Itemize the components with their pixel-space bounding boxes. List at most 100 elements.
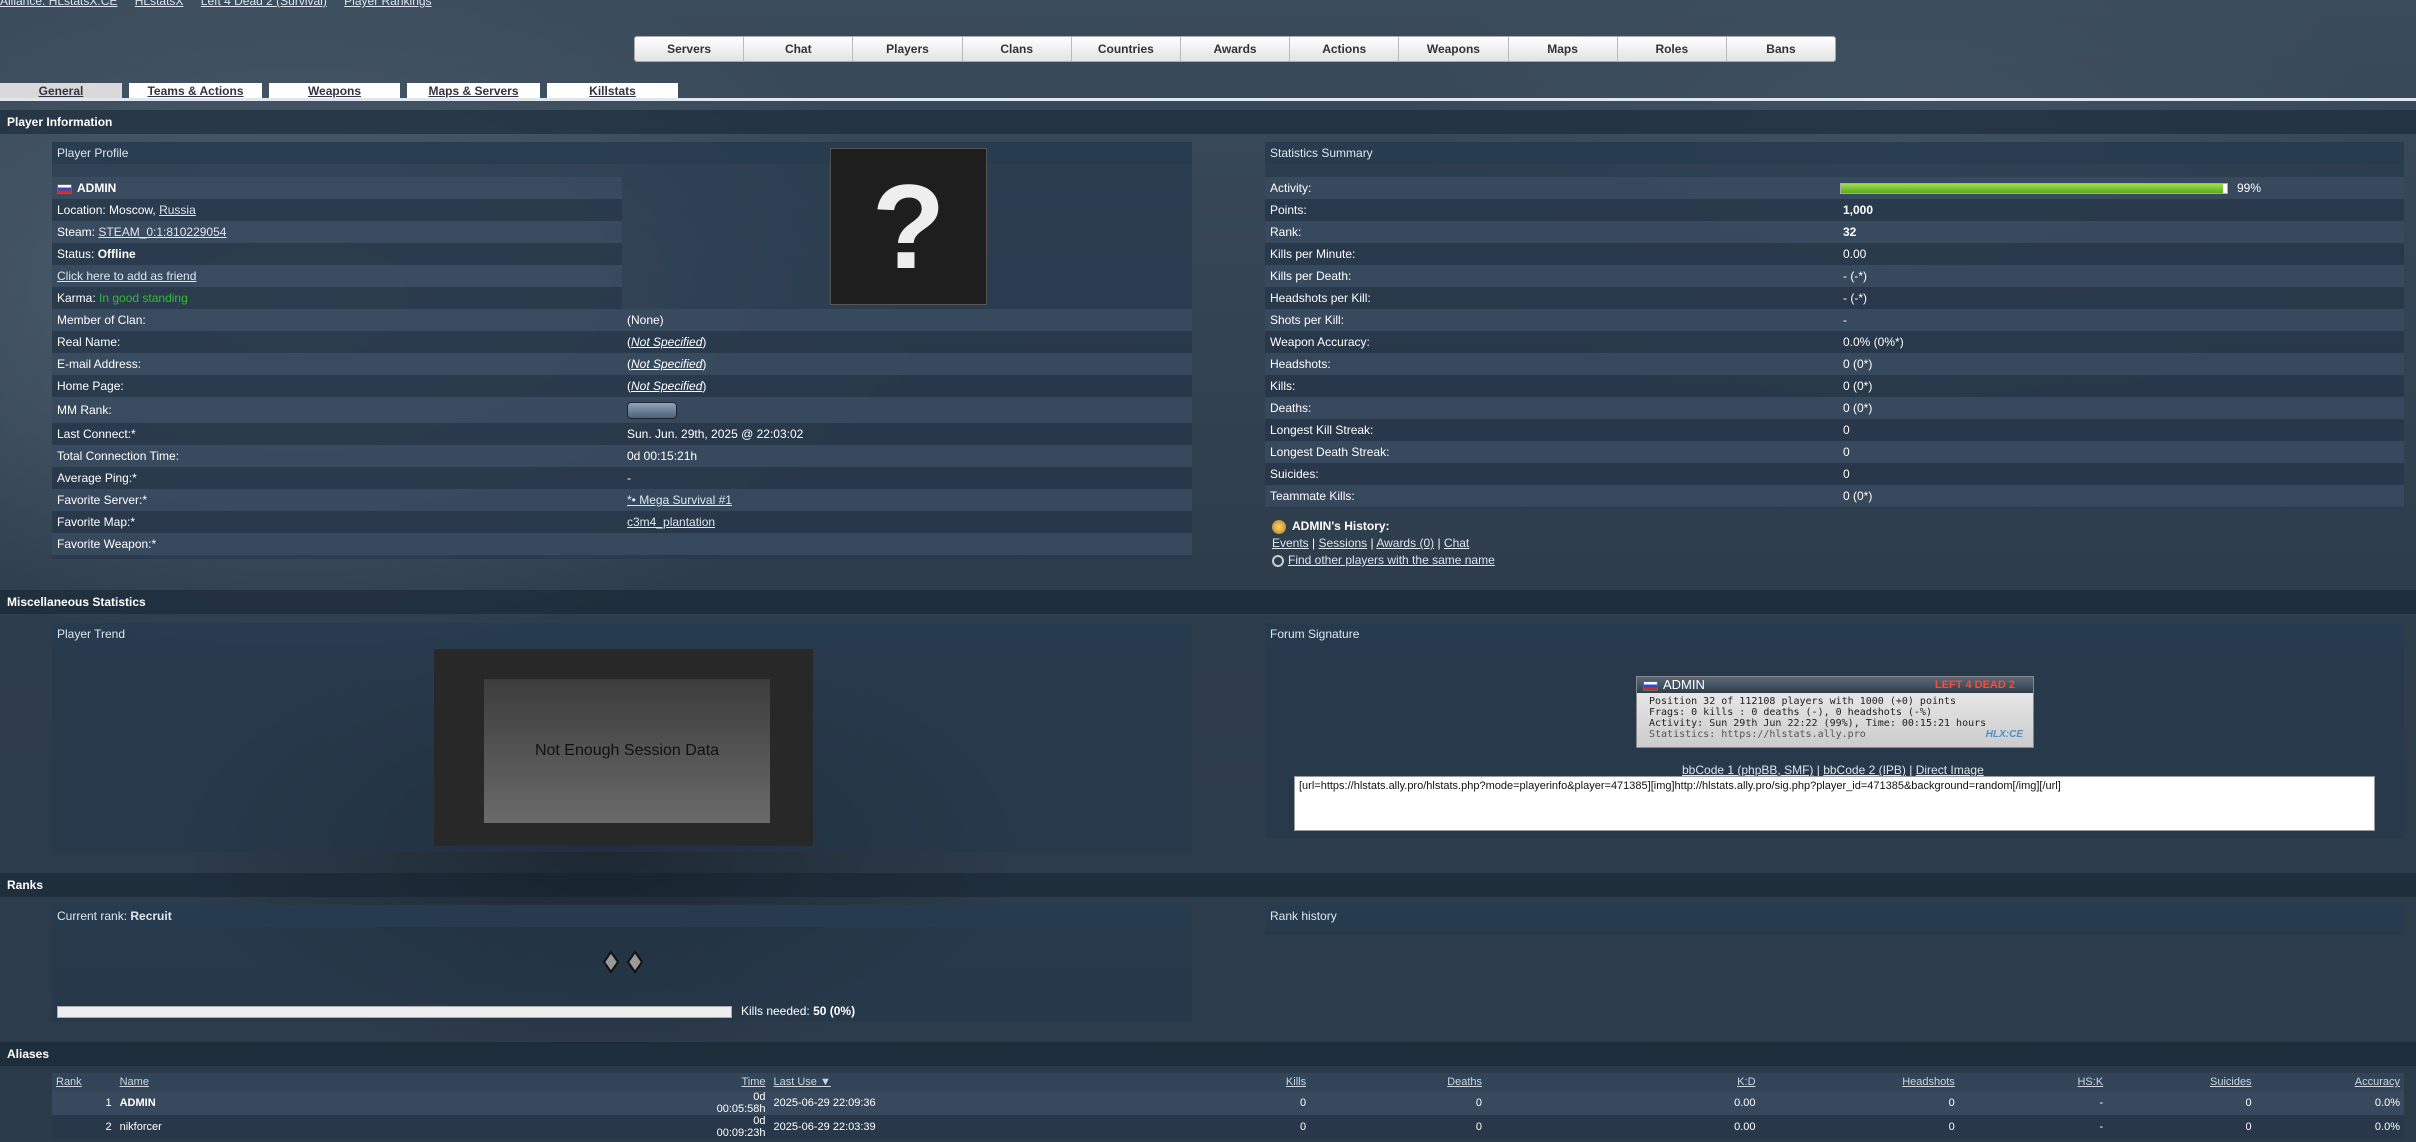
col-name[interactable]: Name bbox=[115, 1073, 710, 1091]
breadcrumb-alliance[interactable]: Alliance: HLstatsX:CE bbox=[0, 0, 117, 8]
summary-label: Kills: bbox=[1265, 375, 1838, 397]
col-last-use[interactable]: Last Use ▼ bbox=[769, 1073, 1141, 1091]
tab-killstats[interactable]: Killstats bbox=[547, 83, 678, 99]
profile-field-label: Favorite Map:* bbox=[52, 511, 622, 533]
tab-general[interactable]: General bbox=[0, 83, 122, 99]
profile-field-value: 0d 00:15:21h bbox=[622, 445, 1192, 467]
history-sessions-link[interactable]: Sessions bbox=[1318, 536, 1367, 550]
signature-line-1: Position 32 of 112108 players with 1000 … bbox=[1649, 696, 1957, 707]
history-events-link[interactable]: Events bbox=[1272, 536, 1309, 550]
alias-cell: 0.0% bbox=[2374, 1121, 2400, 1133]
summary-value: 32 bbox=[1838, 221, 2404, 243]
summary-label: Deaths: bbox=[1265, 397, 1838, 419]
col-time[interactable]: Time bbox=[709, 1073, 770, 1091]
alias-cell: 0.00 bbox=[1734, 1097, 1756, 1109]
profile-value: - bbox=[627, 471, 631, 485]
nav-weapons[interactable]: Weapons bbox=[1399, 37, 1509, 61]
trend-chart-box: Not Enough Session Data bbox=[434, 649, 813, 846]
breadcrumb-game[interactable]: Left 4 Dead 2 (Survival) bbox=[201, 0, 327, 8]
col-kills[interactable]: Kills bbox=[1140, 1073, 1311, 1091]
profile-field-label: Last Connect:* bbox=[52, 423, 622, 445]
nav-actions[interactable]: Actions bbox=[1290, 37, 1400, 61]
col-deaths[interactable]: Deaths bbox=[1310, 1073, 1487, 1091]
activity-bar bbox=[1840, 183, 2228, 194]
nav-maps[interactable]: Maps bbox=[1509, 37, 1618, 61]
profile-field-label: MM Rank: bbox=[52, 397, 622, 423]
nav-clans[interactable]: Clans bbox=[963, 37, 1072, 61]
signature-links: bbCode 1 (phpBB, SMF) | bbCode 2 (IPB) |… bbox=[1682, 763, 1984, 777]
signature-code-textarea[interactable]: [url=https://hlstats.ally.pro/hlstats.ph… bbox=[1294, 776, 2375, 831]
signature-flag-icon bbox=[1643, 680, 1658, 691]
nav-servers[interactable]: Servers bbox=[635, 37, 745, 61]
summary-value: 0 bbox=[1838, 419, 2404, 441]
breadcrumb-hlstatsx[interactable]: HLstatsX bbox=[135, 0, 184, 8]
rank-history-header: Rank history bbox=[1265, 905, 2404, 927]
summary-value: 0 (0*) bbox=[1838, 353, 2404, 375]
summary-label: Suicides: bbox=[1265, 463, 1838, 485]
col-headshots[interactable]: Headshots bbox=[1759, 1073, 1959, 1091]
alias-cell: 2025-06-29 22:09:36 bbox=[773, 1097, 876, 1109]
col-last-use-label: Last Use bbox=[773, 1076, 817, 1088]
nav-awards[interactable]: Awards bbox=[1181, 37, 1291, 61]
summary-value: 0 bbox=[1838, 441, 2404, 463]
alias-cell: 2025-06-29 22:03:39 bbox=[773, 1121, 876, 1133]
profile-name-row: ADMIN bbox=[52, 177, 622, 199]
activity-label: Activity: bbox=[1265, 177, 1838, 199]
profile-field-value: Sun. Jun. 29th, 2025 @ 22:03:02 bbox=[622, 423, 1192, 445]
find-same-name-link[interactable]: Find other players with the same name bbox=[1288, 553, 1495, 567]
nav-players[interactable]: Players bbox=[853, 37, 963, 61]
nav-bans[interactable]: Bans bbox=[1727, 37, 1835, 61]
col-rank[interactable]: Rank bbox=[52, 1073, 116, 1091]
current-rank-value: Recruit bbox=[130, 909, 172, 923]
country-link[interactable]: Russia bbox=[159, 203, 196, 217]
tab-teams-actions[interactable]: Teams & Actions bbox=[129, 83, 262, 99]
col-suicides[interactable]: Suicides bbox=[2107, 1073, 2256, 1091]
profile-value: Sun. Jun. 29th, 2025 @ 22:03:02 bbox=[627, 427, 804, 441]
nav-roles[interactable]: Roles bbox=[1618, 37, 1727, 61]
profile-field-label: Member of Clan: bbox=[52, 309, 622, 331]
alias-cell: 0 bbox=[2245, 1121, 2252, 1133]
bbcode2-link[interactable]: bbCode 2 (IPB) bbox=[1823, 763, 1906, 777]
steam-id-link[interactable]: STEAM_0:1:810229054 bbox=[98, 225, 226, 239]
summary-label: Headshots per Kill: bbox=[1265, 287, 1838, 309]
col-hsk[interactable]: HS:K bbox=[1958, 1073, 2108, 1091]
bbcode1-link[interactable]: bbCode 1 (phpBB, SMF) bbox=[1682, 763, 1813, 777]
trend-message: Not Enough Session Data bbox=[484, 679, 770, 823]
top-navigation: Servers Chat Players Clans Countries Awa… bbox=[634, 36, 1836, 62]
tab-weapons[interactable]: Weapons bbox=[269, 83, 400, 99]
profile-value: 0d 00:15:21h bbox=[627, 449, 698, 463]
alias-cell: 0.00 bbox=[1734, 1121, 1756, 1133]
col-accuracy[interactable]: Accuracy bbox=[2255, 1073, 2404, 1091]
rank-progress-bar bbox=[57, 1006, 732, 1018]
alias-cell: 0d 00:05:58h bbox=[716, 1091, 766, 1115]
alias-cell: - bbox=[2099, 1121, 2104, 1133]
summary-value: 0.0% (0%*) bbox=[1838, 331, 2404, 353]
history-awards-link[interactable]: Awards (0) bbox=[1376, 536, 1434, 550]
status-label: Status: bbox=[57, 247, 95, 261]
summary-value: 1,000 bbox=[1838, 199, 2404, 221]
add-friend-link[interactable]: Click here to add as friend bbox=[57, 269, 196, 283]
profile-field-value: - bbox=[622, 467, 1192, 489]
profile-field-value: (Not Specified) bbox=[622, 375, 1192, 397]
section-player-information: Player Information bbox=[0, 110, 2416, 134]
direct-image-link[interactable]: Direct Image bbox=[1916, 763, 1984, 777]
profile-field-label: Favorite Server:* bbox=[52, 489, 622, 511]
alias-cell: 0 bbox=[1299, 1121, 1307, 1133]
profile-link-value[interactable]: *• Mega Survival #1 bbox=[627, 493, 732, 507]
nav-chat[interactable]: Chat bbox=[744, 37, 854, 61]
profile-link-value[interactable]: c3m4_plantation bbox=[627, 515, 715, 529]
history-chat-link[interactable]: Chat bbox=[1444, 536, 1469, 550]
alias-cell: 0 bbox=[2245, 1097, 2252, 1109]
forum-signature-header: Forum Signature bbox=[1265, 623, 2404, 645]
profile-field-label: Real Name: bbox=[52, 331, 622, 353]
nav-countries[interactable]: Countries bbox=[1072, 37, 1181, 61]
alias-name[interactable]: nikforcer bbox=[116, 1115, 710, 1139]
profile-field-value bbox=[622, 397, 1192, 423]
alias-cell: 0 bbox=[1948, 1121, 1955, 1133]
alias-name[interactable]: ADMIN bbox=[116, 1091, 710, 1115]
breadcrumb-rankings[interactable]: Player Rankings bbox=[344, 0, 431, 8]
tab-maps-servers[interactable]: Maps & Servers bbox=[407, 83, 540, 99]
col-kd[interactable]: K:D bbox=[1486, 1073, 1760, 1091]
profile-field-value: *• Mega Survival #1 bbox=[622, 489, 1192, 511]
profile-field-value: (None) bbox=[622, 309, 1192, 331]
